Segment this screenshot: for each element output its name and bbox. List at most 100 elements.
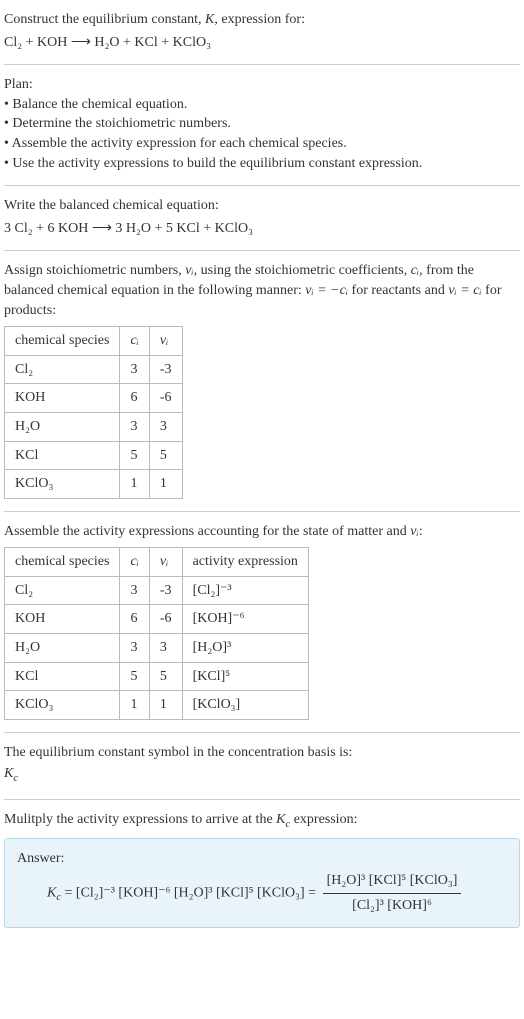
divider: [4, 185, 520, 186]
fraction-denominator: [Cl₂]³ [KOH]⁶: [323, 894, 462, 916]
cell-nu: -6: [149, 384, 182, 413]
table-row: KClO₃11: [5, 470, 183, 499]
final-title: Mulitply the activity expressions to arr…: [4, 810, 520, 832]
relation: νᵢ = −cᵢ: [305, 283, 348, 298]
eq-rhs: H₂O + KCl + KClO₃: [94, 35, 211, 50]
answer-box: Answer: Kc = [Cl₂]⁻³ [KOH]⁻⁶ [H₂O]³ [KCl…: [4, 838, 520, 928]
table-row: H₂O33[H₂O]³: [5, 634, 309, 663]
cell-nu: 5: [149, 662, 182, 691]
text: Mulitply the activity expressions to arr…: [4, 812, 276, 827]
table-row: KOH6-6[KOH]⁻⁶: [5, 605, 309, 634]
cell-ci: 1: [120, 470, 149, 499]
divider: [4, 250, 520, 251]
col-nu: νᵢ: [149, 548, 182, 577]
cell-ci: 1: [120, 691, 149, 720]
answer-equation: Kc = [Cl₂]⁻³ [KOH]⁻⁶ [H₂O]³ [KCl]⁵ [KClO…: [17, 871, 507, 915]
stoich-section: Assign stoichiometric numbers, νᵢ, using…: [4, 261, 520, 498]
table-row: Cl₂3-3: [5, 355, 183, 384]
stoich-table: chemical species cᵢ νᵢ Cl₂3-3 KOH6-6 H₂O…: [4, 326, 183, 499]
final-section: Mulitply the activity expressions to arr…: [4, 810, 520, 928]
prompt-K: K: [205, 12, 214, 27]
table-header-row: chemical species cᵢ νᵢ: [5, 327, 183, 356]
col-ci: cᵢ: [120, 327, 149, 356]
cell-species: KCl: [5, 441, 120, 470]
cell-ci: 6: [120, 605, 149, 634]
text: , using the stoichiometric coefficients,: [194, 263, 411, 278]
plan-bullet: • Assemble the activity expression for e…: [4, 134, 520, 154]
cell-nu: -3: [149, 355, 182, 384]
arrow-icon: ⟶: [92, 219, 112, 235]
text: :: [419, 524, 423, 539]
nu-symbol: νᵢ: [410, 524, 418, 539]
basis-section: The equilibrium constant symbol in the c…: [4, 743, 520, 787]
cell-species: Cl₂: [5, 576, 120, 605]
cell-ci: 3: [120, 412, 149, 441]
balanced-title: Write the balanced chemical equation:: [4, 196, 520, 216]
eq-lhs: Cl₂ + KOH: [4, 35, 67, 50]
cell-ci: 3: [120, 355, 149, 384]
table-row: KCl55[KCl]⁵: [5, 662, 309, 691]
cell-activity: [Cl₂]⁻³: [182, 576, 308, 605]
text: for reactants and: [348, 283, 448, 298]
arrow-icon: ⟶: [71, 33, 91, 49]
ci-symbol: cᵢ: [411, 263, 419, 278]
cell-species: H₂O: [5, 634, 120, 663]
cell-ci: 5: [120, 441, 149, 470]
divider: [4, 64, 520, 65]
activity-table: chemical species cᵢ νᵢ activity expressi…: [4, 547, 309, 720]
Kc: K: [47, 885, 56, 900]
activity-title: Assemble the activity expressions accoun…: [4, 522, 520, 542]
cell-ci: 5: [120, 662, 149, 691]
cell-species: H₂O: [5, 412, 120, 441]
cell-species: KCl: [5, 662, 120, 691]
K: K: [4, 766, 13, 781]
fraction: [H₂O]³ [KCl]⁵ [KClO₃][Cl₂]³ [KOH]⁶: [323, 871, 462, 915]
cell-nu: -6: [149, 605, 182, 634]
cell-species: KOH: [5, 605, 120, 634]
cell-species: KClO₃: [5, 691, 120, 720]
basis-symbol: Kc: [4, 764, 520, 786]
plan-section: Plan: • Balance the chemical equation. •…: [4, 75, 520, 173]
plan-bullet: • Balance the chemical equation.: [4, 95, 520, 115]
divider: [4, 732, 520, 733]
prompt-section: Construct the equilibrium constant, K, e…: [4, 10, 520, 52]
cell-activity: [KClO₃]: [182, 691, 308, 720]
col-species: chemical species: [5, 327, 120, 356]
col-nu: νᵢ: [149, 327, 182, 356]
cell-activity: [KCl]⁵: [182, 662, 308, 691]
table-row: Cl₂3-3[Cl₂]⁻³: [5, 576, 309, 605]
balanced-lhs: 3 Cl₂ + 6 KOH: [4, 221, 88, 236]
cell-nu: 3: [149, 412, 182, 441]
fraction-numerator: [H₂O]³ [KCl]⁵ [KClO₃]: [323, 871, 462, 894]
cell-nu: 5: [149, 441, 182, 470]
cell-ci: 3: [120, 634, 149, 663]
table-row: KClO₃11[KClO₃]: [5, 691, 309, 720]
divider: [4, 799, 520, 800]
prompt-text-b: , expression for:: [214, 12, 305, 27]
nu-symbol: νᵢ: [185, 263, 193, 278]
answer-expr: = [Cl₂]⁻³ [KOH]⁻⁶ [H₂O]³ [KCl]⁵ [KClO₃] …: [61, 885, 320, 900]
cell-activity: [H₂O]³: [182, 634, 308, 663]
col-ci: cᵢ: [120, 548, 149, 577]
table-row: KOH6-6: [5, 384, 183, 413]
stoich-intro: Assign stoichiometric numbers, νᵢ, using…: [4, 261, 520, 320]
text: Assign stoichiometric numbers,: [4, 263, 185, 278]
basis-title: The equilibrium constant symbol in the c…: [4, 743, 520, 763]
table-row: KCl55: [5, 441, 183, 470]
plan-title: Plan:: [4, 75, 520, 95]
Kc: K: [276, 812, 285, 827]
answer-label: Answer:: [17, 849, 507, 869]
activity-section: Assemble the activity expressions accoun…: [4, 522, 520, 720]
cell-species: KOH: [5, 384, 120, 413]
plan-bullet: • Use the activity expressions to build …: [4, 154, 520, 174]
table-row: H₂O33: [5, 412, 183, 441]
col-species: chemical species: [5, 548, 120, 577]
text: expression:: [290, 812, 357, 827]
cell-activity: [KOH]⁻⁶: [182, 605, 308, 634]
col-activity: activity expression: [182, 548, 308, 577]
K-subscript: c: [13, 773, 18, 784]
cell-species: KClO₃: [5, 470, 120, 499]
cell-species: Cl₂: [5, 355, 120, 384]
table-header-row: chemical species cᵢ νᵢ activity expressi…: [5, 548, 309, 577]
balanced-section: Write the balanced chemical equation: 3 …: [4, 196, 520, 238]
